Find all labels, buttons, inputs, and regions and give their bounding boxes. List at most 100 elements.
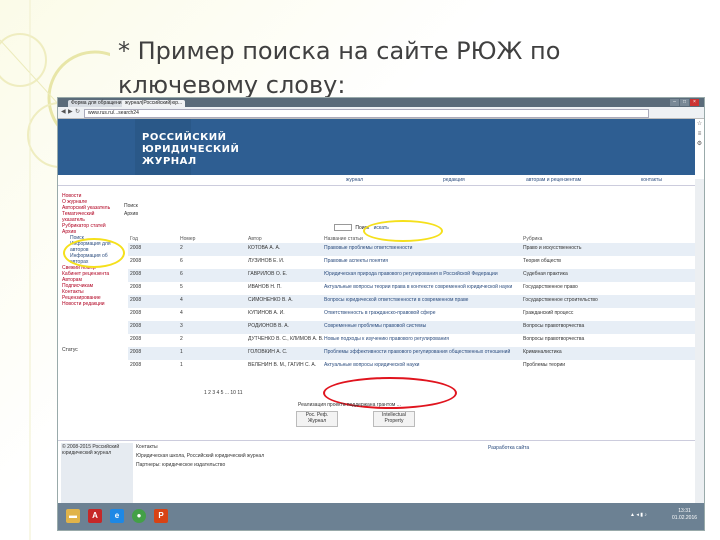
search-input[interactable] [334, 224, 352, 231]
cell-year: 2008 [130, 271, 142, 277]
browser-tab-2[interactable]: журнал|Российский|юр... [122, 100, 186, 107]
menu-item-authors[interactable]: авторам и рецензентам [526, 177, 581, 183]
cell-author: СИМОНЕНКО В. А. [248, 297, 293, 303]
menu-item-editorial[interactable]: редакция [443, 177, 465, 183]
cell-num: 2 [180, 245, 183, 251]
url-input[interactable]: www.rus.ru/...search24 [84, 109, 649, 118]
forward-icon[interactable]: ▶ [68, 109, 74, 115]
badge-2[interactable]: Intellectual Property [373, 411, 415, 427]
cell-rubric: Криминалистика [523, 349, 562, 355]
table-row: 2008 6 ГАВРИЛОВ О. Е. Юридическая природа п… [128, 269, 696, 282]
menu-item-contacts[interactable]: контакты [641, 177, 662, 183]
col-year: Год [130, 236, 138, 242]
cell-rubric: Вопросы правотворчества [523, 323, 585, 329]
cell-author: КОТОВА А. А. [248, 245, 281, 251]
ie-icon[interactable]: e [110, 509, 124, 523]
results-table: Год Номер Автор Название статьи Рубрика … [128, 234, 696, 373]
clock-time: 13:31 [678, 508, 691, 514]
cell-num: 5 [180, 284, 183, 290]
site-banner: РОССИЙСКИЙ ЮРИДИЧЕСКИЙ ЖУРНАЛ [58, 119, 695, 175]
cell-num: 1 [180, 362, 183, 368]
cell-year: 2008 [130, 362, 142, 368]
taskbar: ▬ A e ● P ▲ ◂ ▮ ♪ 13:31 01.02.2016 [58, 503, 704, 530]
chrome-icon[interactable]: ● [132, 509, 146, 523]
minimize-button[interactable]: – [670, 99, 679, 106]
cell-title[interactable]: Юридическая природа правового регулирова… [324, 271, 498, 277]
pdf-icon[interactable]: A [88, 509, 102, 523]
close-button[interactable]: × [690, 99, 699, 106]
cell-title[interactable]: Правовые аспекты понятия [324, 258, 388, 264]
cell-year: 2008 [130, 297, 142, 303]
main-header-line-1: Поиск [124, 203, 138, 209]
table-row: 2008 2 ДУТЧЕНКО В. С., КЛИМОВ А. В. Новые п… [128, 334, 696, 347]
cell-year: 2008 [130, 310, 142, 316]
menu-icon[interactable]: ≡ [695, 129, 704, 139]
cell-title[interactable]: Современные проблемы правовой системы [324, 323, 426, 329]
cell-title[interactable]: Вопросы юридической ответственности в со… [324, 297, 468, 303]
cell-num: 6 [180, 258, 183, 264]
footer-links: Контакты Юридическая школа, Российский ю… [136, 443, 264, 470]
cell-year: 2008 [130, 284, 142, 290]
site-logo[interactable]: РОССИЙСКИЙ ЮРИДИЧЕСКИЙ ЖУРНАЛ [142, 132, 239, 168]
footer-link[interactable]: Партнеры: юридическое издательство [136, 461, 264, 470]
search-highlight-circle [363, 220, 443, 242]
table-row: 2008 6 ЛУЗИНОВ Е. И. Правовые аспекты понят… [128, 256, 696, 269]
clock-date: 01.02.2016 [672, 515, 698, 521]
cell-title[interactable]: Правовые проблемы ответственности [324, 245, 412, 251]
sidebar-status: Статус [62, 347, 78, 353]
cell-rubric: Теория обществ [523, 258, 561, 264]
main-header: Поиск Архив [124, 202, 138, 218]
cell-author: КУПИНОВ А. И. [248, 310, 285, 316]
table-row: 2008 4 КУПИНОВ А. И. Ответственность в граж… [128, 308, 696, 321]
badge-1[interactable]: Рос. Реф. Журнал [296, 411, 338, 427]
cell-rubric: Право и искусственность [523, 245, 582, 251]
col-author: Автор [248, 236, 262, 242]
cell-year: 2008 [130, 349, 142, 355]
cell-year: 2008 [130, 336, 142, 342]
table-row: 2008 5 ИВАНОВ Н. П. Актуальные вопросы теор… [128, 282, 696, 295]
back-icon[interactable]: ◀ [61, 109, 67, 115]
cell-rubric: Проблемы теории [523, 362, 566, 368]
col-rubric: Рубрика [523, 236, 543, 242]
address-bar: ◀ ▶ ↻ www.rus.ru/...search24 [58, 107, 704, 119]
table-row: 2008 3 РОДИОНОВ В. А. Современные проблемы … [128, 321, 696, 334]
system-clock[interactable]: 13:31 01.02.2016 [672, 508, 697, 522]
table-body: 2008 2 КОТОВА А. А. Правовые проблемы ответ… [128, 243, 696, 373]
cell-author: ИВАНОВ Н. П. [248, 284, 282, 290]
cell-year: 2008 [130, 258, 142, 264]
table-row: 2008 4 СИМОНЕНКО В. А. Вопросы юридической … [128, 295, 696, 308]
cell-title[interactable]: Ответственность в гражданско-правовой сф… [324, 310, 435, 316]
ppt-icon[interactable]: P [154, 509, 168, 523]
sidebar-item[interactable]: Тематический указатель [62, 211, 116, 223]
col-title: Название статьи [324, 236, 363, 242]
settings-icon[interactable]: ⚙ [695, 139, 704, 149]
maximize-button[interactable]: □ [680, 99, 689, 106]
cell-author: ГАВРИЛОВ О. Е. [248, 271, 288, 277]
scrollbar[interactable] [695, 179, 704, 503]
cell-author: ЛУЗИНОВ Е. И. [248, 258, 285, 264]
cell-num: 1 [180, 349, 183, 355]
site-menu: журнал редакция авторам и рецензентам ко… [58, 175, 695, 186]
footer-link[interactable]: Юридическая школа, Российский юридически… [136, 452, 264, 461]
footer-link[interactable]: Контакты [136, 443, 264, 452]
folder-icon[interactable]: ▬ [66, 509, 80, 523]
star-icon[interactable]: ☆ [695, 119, 704, 129]
cell-author: ДУТЧЕНКО В. С., КЛИМОВ А. В. [248, 336, 324, 342]
menu-item-journal[interactable]: журнал [346, 177, 363, 183]
slide-title: * Пример поиска на сайте РЮЖ по ключевом… [118, 37, 561, 99]
pagination[interactable]: 1 2 3 4 5 ... 10 11 [204, 390, 243, 396]
cell-year: 2008 [130, 245, 142, 251]
cell-title[interactable]: Актуальные вопросы юридической науки [324, 362, 419, 368]
cell-title[interactable]: Актуальные вопросы теории права в контек… [324, 284, 512, 290]
cell-num: 3 [180, 323, 183, 329]
reload-icon[interactable]: ↻ [75, 109, 81, 115]
browser-tab-1[interactable]: Форма для обращени... [68, 100, 129, 107]
cell-title[interactable]: Проблемы эффективности правового регулир… [324, 349, 510, 355]
cell-title[interactable]: Новые подходы к изучению правового регул… [324, 336, 449, 342]
logo-line-3: ЖУРНАЛ [142, 156, 197, 167]
tray-icons[interactable]: ▲ ◂ ▮ ♪ [630, 512, 647, 518]
main-header-line-2: Архив [124, 211, 139, 217]
table-row: 2008 1 ВЕЛЕНИН В. М., ГАГИН С. А. Актуальны… [128, 360, 696, 373]
sidebar-item[interactable]: Новости редакции [62, 301, 116, 307]
footer-developer[interactable]: Разработка сайта [488, 445, 529, 451]
